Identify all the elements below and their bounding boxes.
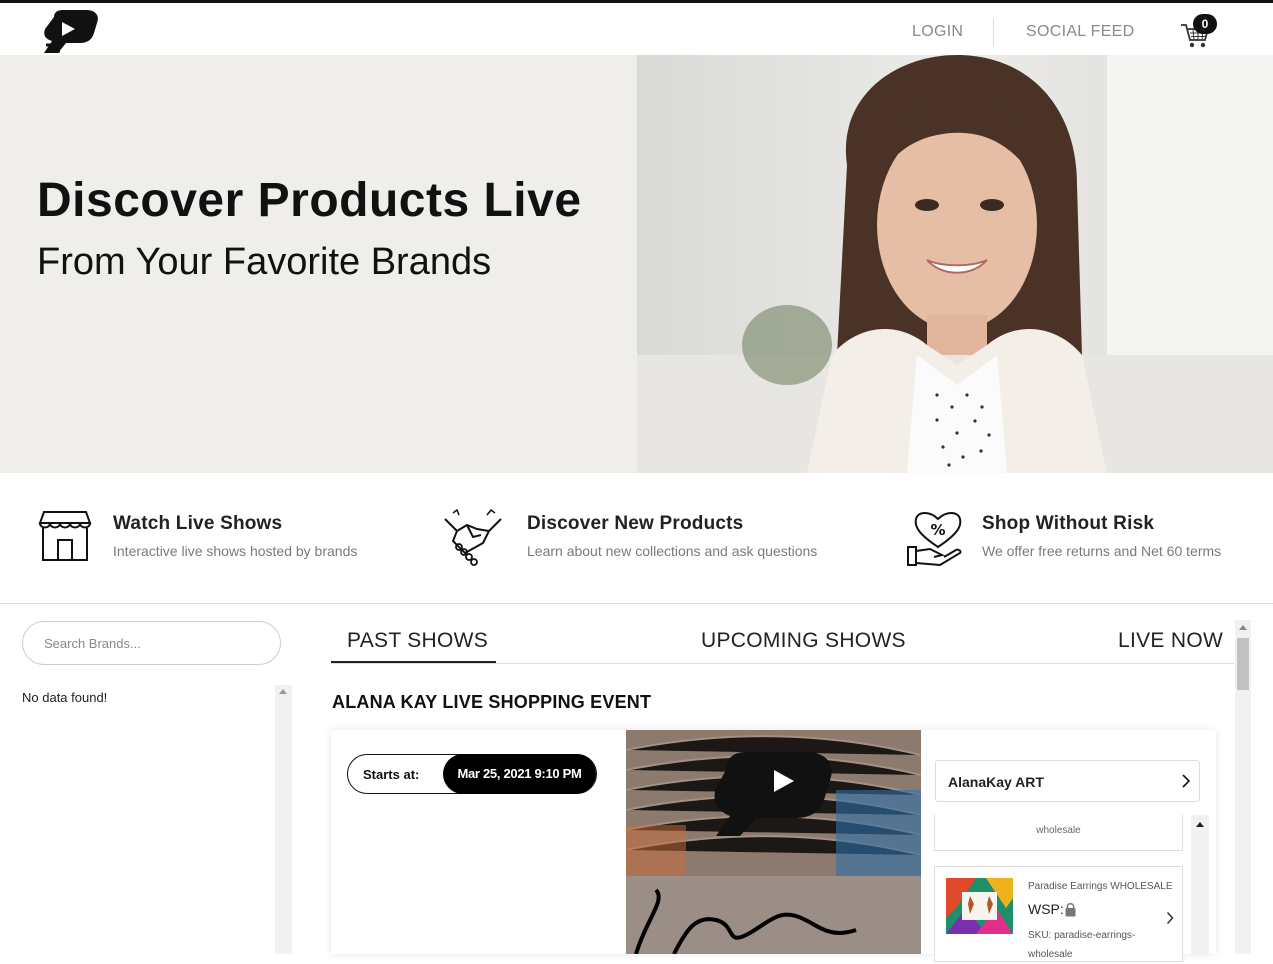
starts-label: Starts at: (363, 767, 420, 782)
site-header: LOGIN SOCIAL FEED 0 (0, 3, 1273, 55)
page-scrollbar[interactable] (1235, 620, 1251, 954)
cart-count-badge: 0 (1193, 14, 1217, 34)
brand-logo[interactable] (40, 9, 102, 55)
event-card: Starts at: Mar 25, 2021 9:10 PM AlanaKay… (331, 730, 1216, 962)
lock-icon (1065, 903, 1076, 917)
active-tab-indicator (331, 661, 496, 663)
product-card[interactable]: Paradise Earrings WHOLESALE WSP: SKU: pa… (934, 866, 1183, 962)
feature-title: Watch Live Shows (113, 513, 283, 534)
feature-description: Interactive live shows hosted by brands (113, 543, 358, 559)
search-brands-input[interactable] (22, 621, 281, 665)
features-strip: Watch Live Shows Interactive live shows … (0, 473, 1273, 604)
brand-select-button[interactable]: AlanaKay ART (935, 760, 1200, 802)
chevron-right-icon (1182, 774, 1191, 788)
feature-title: Shop Without Risk (982, 513, 1155, 534)
hero-photo (637, 55, 1273, 473)
product-thumbnail (946, 878, 1013, 934)
product-name: Paradise Earrings WHOLESALE (1028, 881, 1173, 892)
brand-list-scrollbar[interactable] (275, 685, 292, 954)
show-tabs: PAST SHOWS UPCOMING SHOWS LIVE NOW (331, 620, 1234, 664)
svg-text:%: % (930, 521, 945, 539)
storefront-icon (38, 511, 92, 561)
scrollbar-thumb[interactable] (1237, 638, 1249, 690)
product-list-scrollbar[interactable] (1191, 815, 1209, 954)
nav-divider (993, 19, 994, 47)
event-title: ALANA KAY LIVE SHOPPING EVENT (332, 692, 652, 712)
tab-upcoming-shows[interactable]: UPCOMING SHOWS (701, 629, 906, 653)
feature-description: Learn about new collections and ask ques… (527, 543, 818, 559)
scroll-up-arrow-icon[interactable] (279, 689, 287, 694)
hero-banner: Discover Products Live From Your Favorit… (0, 55, 1273, 473)
scroll-up-arrow-icon[interactable] (1239, 625, 1247, 630)
hero-subtitle: From Your Favorite Brands (37, 241, 492, 283)
social-feed-link[interactable]: SOCIAL FEED (1026, 23, 1135, 41)
starts-date: Mar 25, 2021 9:10 PM (443, 754, 596, 794)
product-card-previous[interactable]: wholesale (934, 815, 1183, 851)
event-video-thumbnail[interactable] (626, 730, 921, 954)
product-sku: SKU: paradise-earrings-wholesale (1028, 930, 1136, 960)
wsp-label: WSP: (1028, 901, 1064, 917)
hero-title: Discover Products Live (37, 174, 582, 227)
scroll-up-arrow-icon[interactable] (1196, 822, 1204, 827)
tab-live-now[interactable]: LIVE NOW (1118, 629, 1223, 653)
login-link[interactable]: LOGIN (912, 23, 963, 41)
tab-past-shows[interactable]: PAST SHOWS (347, 629, 488, 653)
heart-percent-hand-icon: % (907, 512, 962, 567)
feature-description: We offer free returns and Net 60 terms (982, 543, 1222, 559)
chevron-right-icon (1166, 911, 1174, 925)
feature-title: Discover New Products (527, 513, 744, 534)
handshake-icon (444, 509, 502, 566)
no-data-message: No data found! (22, 690, 108, 705)
start-time-pill: Starts at: Mar 25, 2021 9:10 PM (347, 754, 597, 794)
brand-name: AlanaKay ART (948, 774, 1044, 790)
product-sku-tail: wholesale (1036, 825, 1081, 836)
